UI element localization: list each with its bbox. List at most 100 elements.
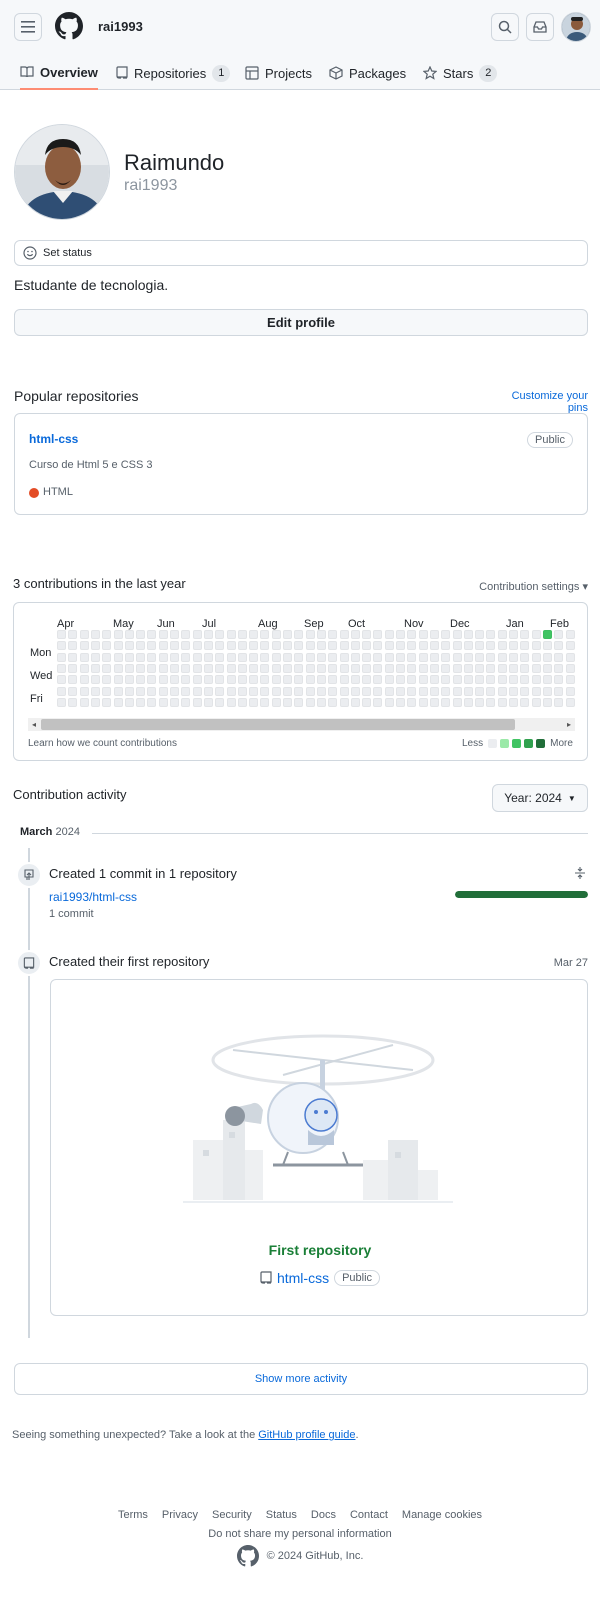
contribution-day-cell[interactable] bbox=[396, 663, 405, 673]
contribution-day-cell[interactable] bbox=[475, 630, 485, 639]
contribution-day-cell[interactable] bbox=[565, 663, 575, 673]
contribution-day-cell[interactable] bbox=[158, 675, 168, 685]
contribution-day-cell[interactable] bbox=[486, 641, 496, 651]
contribution-day-cell[interactable] bbox=[294, 675, 304, 685]
contribution-day-cell[interactable] bbox=[328, 697, 338, 707]
contribution-day-cell[interactable] bbox=[147, 652, 157, 662]
contribution-day-cell[interactable] bbox=[373, 630, 383, 639]
contribution-day-cell[interactable] bbox=[237, 675, 247, 685]
contribution-day-cell[interactable] bbox=[102, 663, 112, 673]
contribution-day-cell[interactable] bbox=[497, 675, 507, 685]
contribution-day-cell[interactable] bbox=[520, 686, 530, 696]
contribution-day-cell[interactable] bbox=[429, 663, 439, 673]
contribution-day-cell[interactable] bbox=[407, 663, 417, 673]
contribution-day-cell[interactable] bbox=[531, 641, 541, 651]
contribution-day-cell[interactable] bbox=[407, 686, 417, 696]
contribution-day-cell[interactable] bbox=[328, 641, 338, 651]
contribution-day-cell[interactable] bbox=[463, 675, 473, 685]
contribution-day-cell[interactable] bbox=[418, 697, 428, 707]
contribution-day-cell[interactable] bbox=[124, 663, 134, 673]
contribution-day-cell[interactable] bbox=[486, 630, 496, 639]
contribution-day-cell[interactable] bbox=[316, 641, 326, 651]
contribution-day-cell[interactable] bbox=[418, 652, 428, 662]
github-logo-icon[interactable] bbox=[55, 12, 83, 40]
contribution-day-cell[interactable] bbox=[542, 641, 552, 651]
contribution-day-cell[interactable] bbox=[226, 652, 236, 662]
contribution-day-cell[interactable] bbox=[102, 641, 112, 651]
contribution-day-cell[interactable] bbox=[520, 663, 530, 673]
contribution-day-cell[interactable] bbox=[452, 686, 462, 696]
scroll-left-arrow-icon[interactable]: ◂ bbox=[28, 718, 40, 731]
contribution-day-cell[interactable] bbox=[305, 641, 315, 651]
contribution-day-cell[interactable] bbox=[339, 652, 349, 662]
contribution-day-cell[interactable] bbox=[181, 630, 191, 639]
contribution-day-cell[interactable] bbox=[350, 686, 360, 696]
contribution-day-cell[interactable] bbox=[215, 641, 225, 651]
contribution-day-cell[interactable] bbox=[531, 697, 541, 707]
contribution-day-cell[interactable] bbox=[362, 652, 372, 662]
contribution-day-cell[interactable] bbox=[350, 652, 360, 662]
contribution-day-cell[interactable] bbox=[136, 630, 146, 639]
tab-projects[interactable]: Projects bbox=[245, 56, 312, 90]
contribution-day-cell[interactable] bbox=[294, 652, 304, 662]
contribution-day-cell[interactable] bbox=[136, 641, 146, 651]
contribution-day-cell[interactable] bbox=[158, 652, 168, 662]
contribution-day-cell[interactable] bbox=[384, 675, 394, 685]
contribution-day-cell[interactable] bbox=[520, 675, 530, 685]
contribution-day-cell[interactable] bbox=[147, 686, 157, 696]
contribution-day-cell[interactable] bbox=[429, 697, 439, 707]
contribution-day-cell[interactable] bbox=[497, 686, 507, 696]
contribution-day-cell[interactable] bbox=[192, 697, 202, 707]
contribution-day-cell[interactable] bbox=[373, 641, 383, 651]
contribution-day-cell[interactable] bbox=[418, 686, 428, 696]
edit-profile-button[interactable]: Edit profile bbox=[14, 309, 588, 336]
contribution-day-cell[interactable] bbox=[113, 697, 123, 707]
tab-stars[interactable]: Stars 2 bbox=[423, 56, 498, 90]
contribution-day-cell[interactable] bbox=[260, 652, 270, 662]
contribution-day-cell[interactable] bbox=[554, 686, 564, 696]
contribution-day-cell[interactable] bbox=[283, 641, 292, 651]
contribution-day-cell[interactable] bbox=[181, 652, 191, 662]
contribution-day-cell[interactable] bbox=[441, 686, 451, 696]
contribution-day-cell[interactable] bbox=[339, 641, 349, 651]
contribution-day-cell[interactable] bbox=[328, 675, 338, 685]
contribution-day-cell[interactable] bbox=[192, 652, 202, 662]
contribution-day-cell[interactable] bbox=[57, 686, 66, 696]
pinned-repo-link[interactable]: html-css bbox=[29, 432, 78, 446]
contribution-day-cell[interactable] bbox=[170, 675, 179, 685]
contribution-day-cell[interactable] bbox=[249, 686, 259, 696]
contribution-day-cell[interactable] bbox=[260, 697, 270, 707]
contribution-day-cell[interactable] bbox=[203, 675, 213, 685]
profile-avatar[interactable] bbox=[14, 124, 110, 220]
commit-repo-link[interactable]: rai1993/html-css bbox=[49, 890, 137, 904]
search-button[interactable] bbox=[491, 13, 519, 41]
contribution-day-cell[interactable] bbox=[565, 697, 575, 707]
contribution-day-cell[interactable] bbox=[283, 652, 292, 662]
contribution-day-cell[interactable] bbox=[249, 663, 259, 673]
contribution-day-cell[interactable] bbox=[181, 697, 191, 707]
contribution-day-cell[interactable] bbox=[102, 630, 112, 639]
contribution-day-cell[interactable] bbox=[226, 686, 236, 696]
contribution-day-cell[interactable] bbox=[509, 652, 518, 662]
contribution-day-cell[interactable] bbox=[316, 686, 326, 696]
contribution-day-cell[interactable] bbox=[396, 630, 405, 639]
contribution-day-cell[interactable] bbox=[463, 630, 473, 639]
contribution-day-cell[interactable] bbox=[305, 652, 315, 662]
contribution-day-cell[interactable] bbox=[102, 697, 112, 707]
contribution-day-cell[interactable] bbox=[305, 675, 315, 685]
contribution-day-cell[interactable] bbox=[215, 663, 225, 673]
contribution-day-cell[interactable] bbox=[305, 630, 315, 639]
contribution-day-cell[interactable] bbox=[384, 630, 394, 639]
contribution-day-cell[interactable] bbox=[260, 630, 270, 639]
contribution-day-cell[interactable] bbox=[486, 686, 496, 696]
graph-scrollbar[interactable]: ◂ ▸ bbox=[28, 718, 575, 731]
contribution-day-cell[interactable] bbox=[531, 630, 541, 639]
contribution-day-cell[interactable] bbox=[362, 630, 372, 639]
contribution-day-cell[interactable] bbox=[124, 641, 134, 651]
contribution-day-cell[interactable] bbox=[441, 652, 451, 662]
contribution-day-cell[interactable] bbox=[316, 652, 326, 662]
contribution-day-cell[interactable] bbox=[305, 697, 315, 707]
contribution-day-cell[interactable] bbox=[509, 641, 518, 651]
contribution-day-cell[interactable] bbox=[170, 630, 179, 639]
contribution-day-cell[interactable] bbox=[542, 697, 552, 707]
